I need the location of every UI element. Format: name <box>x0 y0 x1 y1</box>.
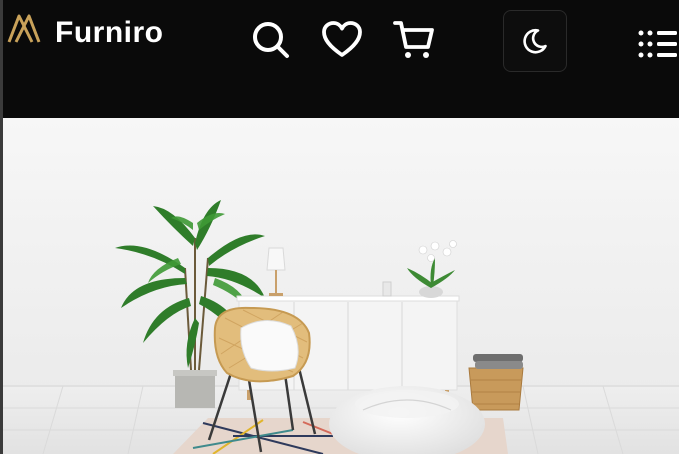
moon-icon <box>523 28 547 54</box>
hero-image <box>3 118 679 454</box>
cart-button[interactable] <box>392 18 436 62</box>
app-frame: Furniro <box>0 0 679 454</box>
menu-icon <box>638 30 677 58</box>
heart-icon <box>322 21 362 57</box>
brand-name[interactable]: Furniro <box>55 16 164 50</box>
theme-toggle-button[interactable] <box>503 10 567 72</box>
search-icon <box>253 22 289 58</box>
cart-icon <box>393 21 434 58</box>
search-button[interactable] <box>249 18 293 62</box>
site-header: Furniro <box>3 0 679 118</box>
menu-button[interactable] <box>635 24 679 64</box>
furniro-logo-icon[interactable] <box>7 12 41 46</box>
wishlist-button[interactable] <box>320 18 364 62</box>
